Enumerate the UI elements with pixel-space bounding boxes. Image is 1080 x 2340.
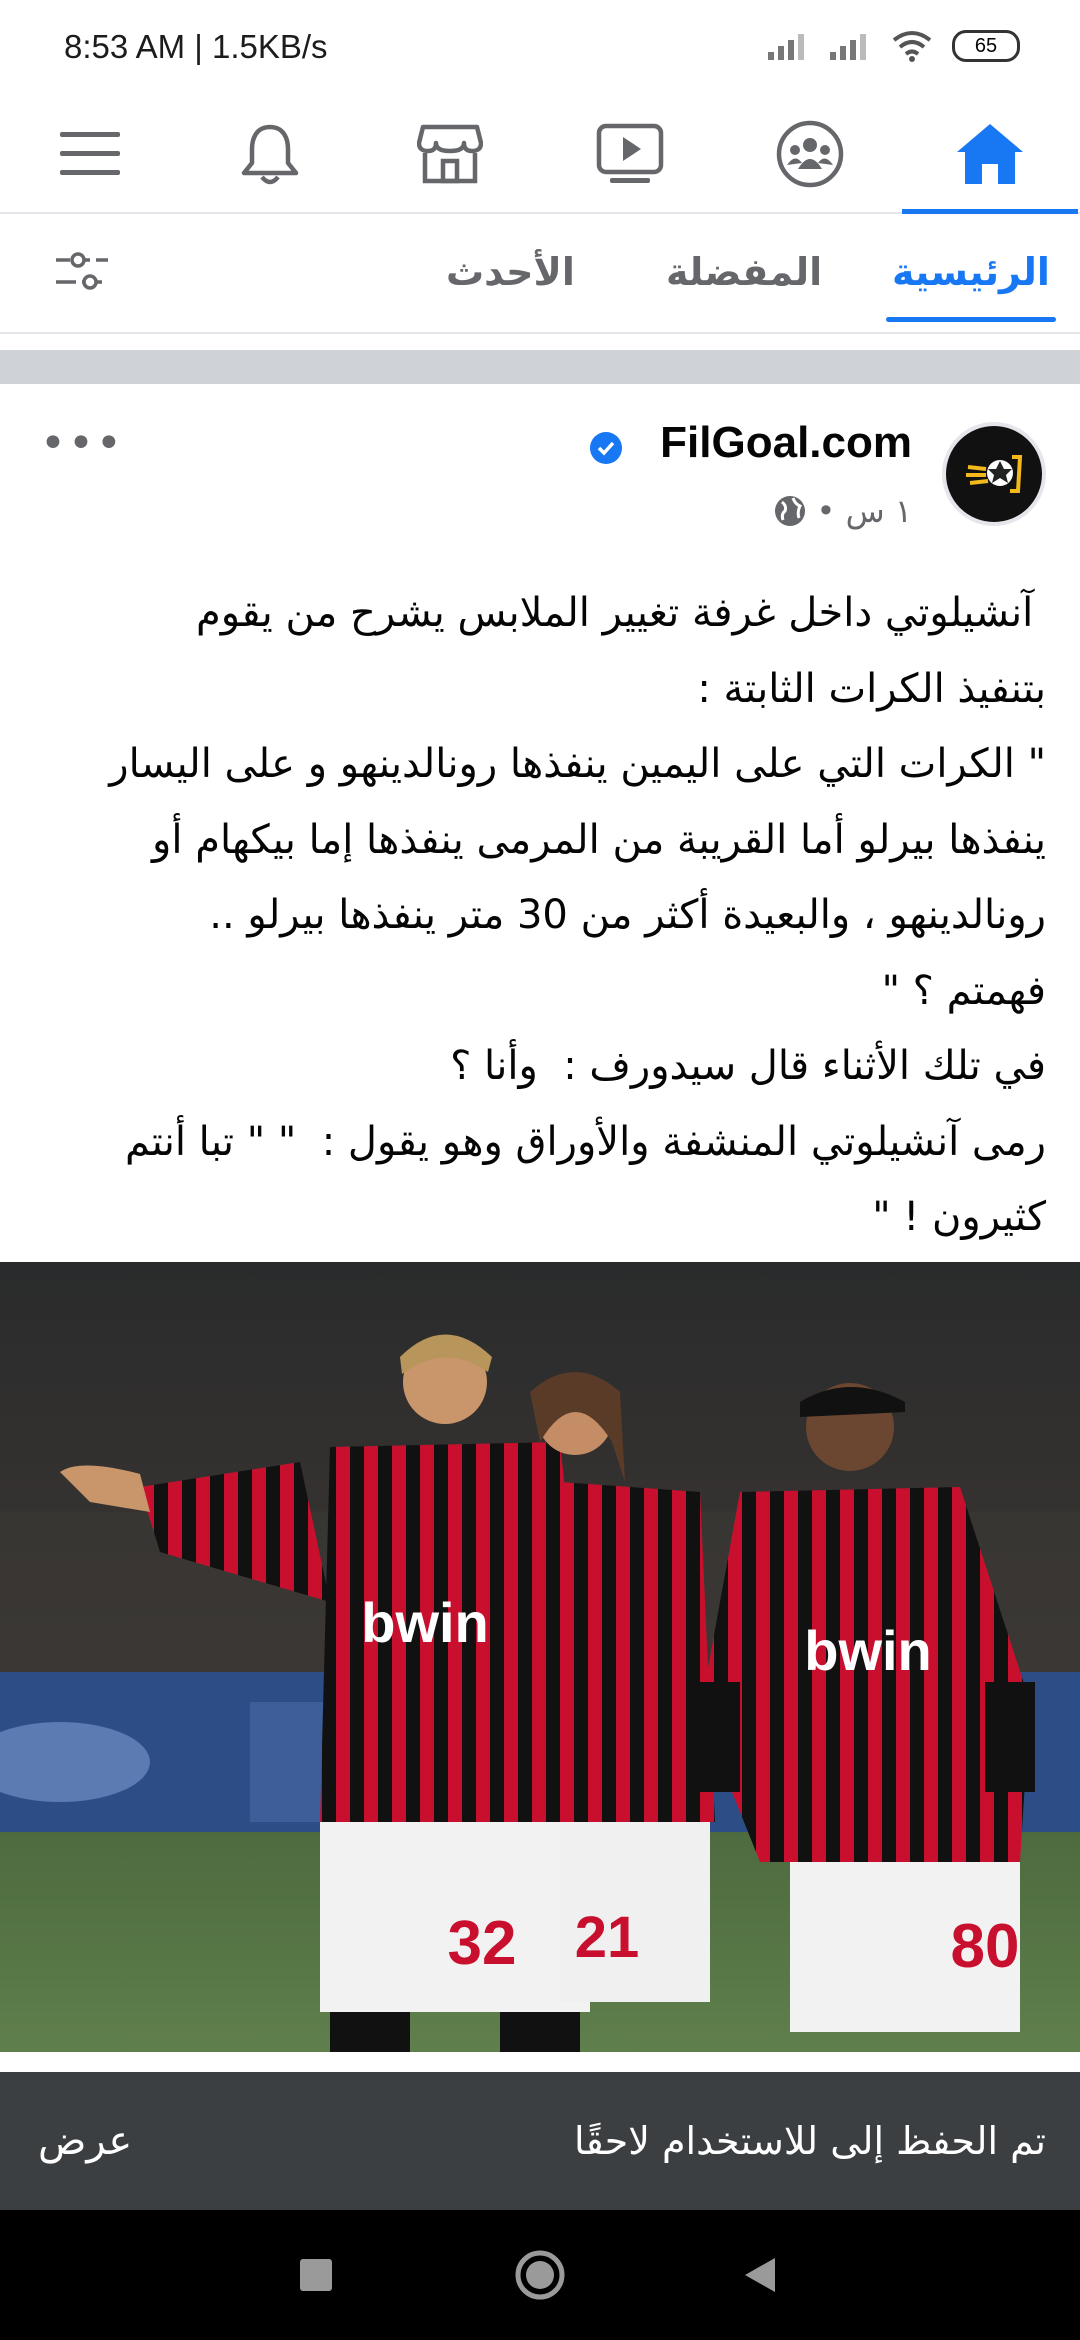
verified-badge-icon <box>590 432 622 464</box>
feed-tabs: الأحدث المفضلة الرئيسية <box>0 212 1080 334</box>
battery-indicator: 65 <box>952 30 1020 62</box>
post-text-line: بتنفيذ الكرات الثابتة : <box>697 665 1046 712</box>
post-text-line: كثيرون ! " <box>872 1194 1046 1240</box>
tab-favorites[interactable]: المفضلة <box>666 212 822 332</box>
section-divider <box>0 350 1080 384</box>
tab-home[interactable]: الرئيسية <box>886 212 1056 332</box>
top-navigation <box>0 96 1080 214</box>
jersey-number: 21 <box>575 1905 640 1970</box>
square-icon <box>300 2259 332 2291</box>
menu-button[interactable] <box>0 96 180 212</box>
status-bar: 8:53 AM | 1.5KB/s 65 <box>0 0 1080 92</box>
page-name[interactable]: FilGoal.com <box>660 418 912 468</box>
bell-icon <box>241 124 299 185</box>
page-avatar[interactable] <box>942 422 1046 526</box>
notifications-button[interactable] <box>180 96 360 212</box>
post-header: ••• FilGoal.com ١ س • <box>0 400 1080 550</box>
filgoal-logo-icon <box>966 455 1023 493</box>
globe-icon <box>774 496 805 526</box>
signal-icon <box>830 34 866 60</box>
snackbar-view-button[interactable]: عرض <box>38 2072 132 2210</box>
post-text-line: آنشيلوتي داخل غرفة تغيير الملابس يشرح من… <box>195 590 1046 636</box>
signal-icon <box>768 34 804 60</box>
system-navigation-bar <box>0 2210 1080 2340</box>
home-button[interactable] <box>900 96 1080 214</box>
marketplace-button[interactable] <box>360 96 540 212</box>
status-icons: 65 <box>766 30 1020 62</box>
circle-icon <box>515 2250 565 2300</box>
post-text: آنشيلوتي داخل غرفة تغيير الملابس يشرح من… <box>26 576 1046 1256</box>
video-icon <box>596 123 664 183</box>
more-options-button[interactable]: ••• <box>40 418 124 469</box>
recents-button[interactable] <box>256 2210 376 2340</box>
groups-icon <box>776 120 844 188</box>
football-players-image: bwin bwin 32 21 80 <box>0 1262 1080 2052</box>
jersey-number: 32 <box>448 1909 517 1978</box>
filter-button[interactable] <box>54 250 110 298</box>
post-text-line: " الكرات التي على اليمين ينفذها رونالدين… <box>109 741 1046 787</box>
post-text-line: في تلك الأثناء قال سيدورف : وأنا ؟ <box>450 1043 1046 1089</box>
jersey-number: 80 <box>951 1912 1020 1981</box>
post-text-line: رمى آنشيلوتي المنشفة والأوراق وهو يقول :… <box>125 1118 1046 1165</box>
post-text-line: ينفذها بيرلو أما القريبة من المرمى ينفذه… <box>152 816 1046 863</box>
jersey-sponsor-text: bwin <box>361 1591 489 1654</box>
snackbar-message: تم الحفظ إلى للاستخدام لاحقًا <box>573 2119 1046 2163</box>
filter-sliders-icon <box>56 252 108 290</box>
snackbar: تم الحفظ إلى للاستخدام لاحقًا عرض <box>0 2072 1080 2210</box>
watch-button[interactable] <box>540 96 720 212</box>
status-time: 8:53 AM | 1.5KB/s <box>64 28 328 65</box>
back-button[interactable] <box>700 2210 820 2340</box>
tab-recent[interactable]: الأحدث <box>446 212 575 332</box>
jersey-sponsor-text: bwin <box>804 1619 932 1682</box>
back-triangle-icon <box>745 2258 775 2292</box>
home-icon <box>957 124 1023 184</box>
groups-button[interactable] <box>720 96 900 212</box>
post-photo[interactable]: bwin bwin 32 21 80 <box>0 1262 1080 2052</box>
home-system-button[interactable] <box>480 2210 600 2340</box>
menu-icon <box>60 132 120 175</box>
post-text-line: رونالدينهو ، والبعيدة أكثر من 30 متر ينف… <box>209 892 1046 938</box>
wifi-icon <box>892 31 932 62</box>
marketplace-icon <box>417 124 483 184</box>
post-time[interactable]: ١ س • <box>817 492 912 530</box>
post-meta: ١ س • <box>773 492 912 530</box>
post-text-line: فهمتم ؟ " <box>881 967 1046 1014</box>
